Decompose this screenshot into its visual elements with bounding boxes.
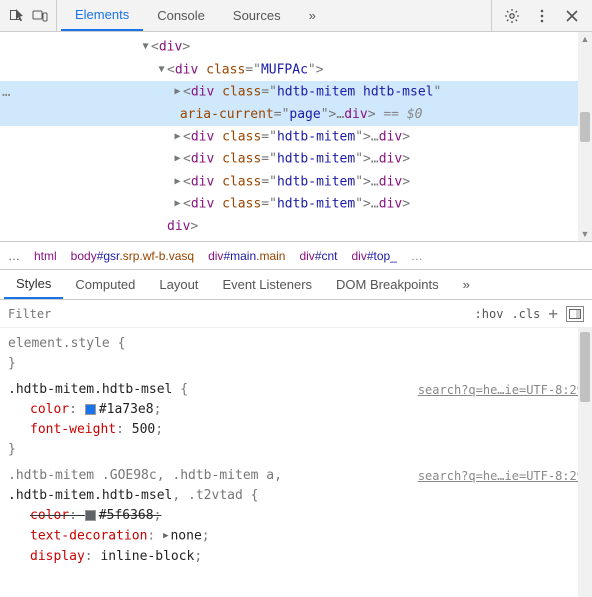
filter-tools: :hov .cls + [467,304,592,323]
toolbar-right [491,0,592,31]
color-swatch-icon[interactable] [85,404,96,415]
styles-panel: element.style {} .hdtb-mitem.hdtb-msel {s… [0,328,592,597]
close-icon[interactable] [560,4,584,28]
dom-scrollbar[interactable]: ▲ ▼ [578,32,592,241]
breadcrumb-item[interactable]: body#gsr.srp.wf-b.vasq [71,249,194,263]
dom-node[interactable]: div> [0,216,592,238]
dom-node[interactable]: ▶<div class="hdtb-mitem">…div> [0,193,592,216]
css-rule[interactable]: .hdtb-mitem .GOE98c, .hdtb-mitem a, .hdt… [8,466,584,567]
css-declaration[interactable]: text-decoration: ▶none; [8,526,584,547]
subtabs-overflow[interactable]: » [451,270,482,299]
css-rule[interactable]: element.style {} [8,334,584,374]
dom-tree[interactable]: ▼<div>▼<div class="MUFPAc">… ▶<div class=… [0,32,592,242]
dom-node[interactable]: ▶<div class="hdtb-mitem">…div> [0,171,592,194]
scroll-up-icon[interactable]: ▲ [578,32,592,46]
tab-elements[interactable]: Elements [61,0,143,31]
rule-source-link[interactable]: search?q=he…ie=UTF-8:29 [418,466,584,506]
cls-toggle[interactable]: .cls [511,307,540,321]
subtab-layout[interactable]: Layout [147,270,210,299]
device-toggle-icon[interactable] [28,4,52,28]
expand-toggle-icon[interactable]: ▼ [140,36,151,58]
crumbs-fade: … [411,249,423,263]
expand-toggle-icon[interactable]: ▼ [156,59,167,81]
kebab-menu-icon[interactable] [530,4,554,28]
row-actions-icon[interactable]: … [2,81,12,103]
dom-panel: ▼<div>▼<div class="MUFPAc">… ▶<div class=… [0,32,592,242]
hov-toggle[interactable]: :hov [475,307,504,321]
subtab-dom-breakpoints[interactable]: DOM Breakpoints [324,270,451,299]
styles-tabs: Styles Computed Layout Event Listeners D… [0,270,592,300]
expand-toggle-icon[interactable]: ▶ [172,81,183,103]
subtab-styles[interactable]: Styles [4,270,63,299]
devtools-toolbar: Elements Console Sources » [0,0,592,32]
toolbar-left [0,0,57,31]
color-swatch-icon[interactable] [85,510,96,521]
css-rule[interactable]: .hdtb-mitem.hdtb-msel {search?q=he…ie=UT… [8,380,584,460]
crumbs-more[interactable]: … [8,249,20,263]
styles-scroll-thumb[interactable] [580,332,590,402]
subtab-event-listeners[interactable]: Event Listeners [210,270,324,299]
breadcrumb-item[interactable]: div#main.main [208,249,285,263]
css-declaration[interactable]: display: inline-block; [8,547,584,567]
css-declaration[interactable]: color: #1a73e8; [8,400,584,420]
breadcrumb-item[interactable]: div#top_ [352,249,397,263]
rule-source-link[interactable]: search?q=he…ie=UTF-8:29 [418,380,584,400]
panel-tabs: Elements Console Sources » [57,0,491,31]
settings-gear-icon[interactable] [500,4,524,28]
breadcrumb-item[interactable]: html [34,249,57,263]
tab-sources[interactable]: Sources [219,0,295,31]
breadcrumb-item[interactable]: div#cnt [299,249,337,263]
expand-toggle-icon[interactable]: ▶ [172,148,183,170]
toggle-sidebar-icon[interactable] [566,306,584,322]
css-declaration[interactable]: font-weight: 500; [8,420,584,440]
breadcrumb-bar: … html body#gsr.srp.wf-b.vasq div#main.mai… [0,242,592,270]
dom-node[interactable]: ▼<div class="MUFPAc"> [0,59,592,82]
dom-node[interactable]: ▶<div class="hdtb-mitem">…div> [0,126,592,149]
dom-node[interactable]: ▼<div> [0,36,592,59]
styles-scrollbar[interactable] [578,328,592,597]
scroll-down-icon[interactable]: ▼ [578,227,592,241]
tabs-overflow[interactable]: » [295,0,330,31]
filter-row: :hov .cls + [0,300,592,328]
new-rule-button[interactable]: + [548,304,558,323]
scroll-thumb[interactable] [580,112,590,142]
inspect-icon[interactable] [4,4,28,28]
tab-console[interactable]: Console [143,0,219,31]
subtab-computed[interactable]: Computed [63,270,147,299]
dom-node[interactable]: ▶<div class="hdtb-mitem">…div> [0,148,592,171]
dom-node[interactable]: …▶<div class="hdtb-mitem hdtb-msel" aria… [0,81,592,126]
expand-toggle-icon[interactable]: ▶ [172,126,183,148]
styles-filter-input[interactable] [0,300,467,327]
css-declaration[interactable]: color: #5f6368; [8,506,584,526]
styles-body[interactable]: element.style {} .hdtb-mitem.hdtb-msel {s… [0,328,592,581]
expand-toggle-icon[interactable]: ▶ [172,171,183,193]
expand-shorthand-icon[interactable]: ▶ [163,526,168,546]
expand-toggle-icon[interactable]: ▶ [172,193,183,215]
